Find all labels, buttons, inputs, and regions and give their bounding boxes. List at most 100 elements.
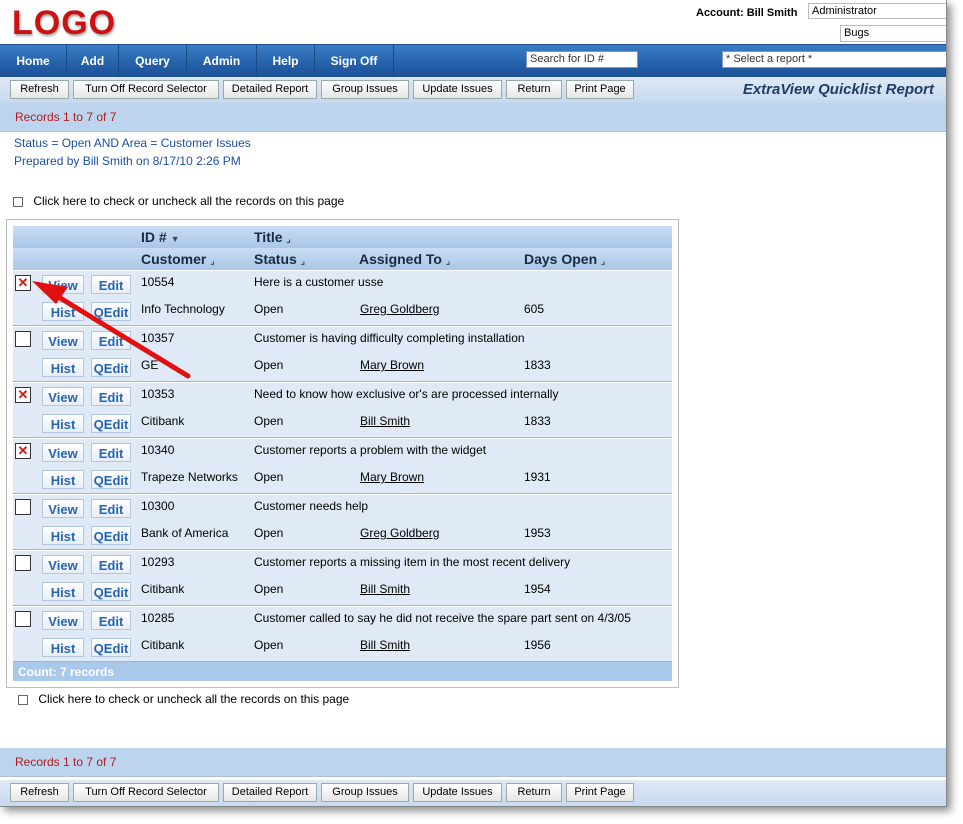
qedit-button[interactable]: QEdit bbox=[91, 526, 131, 545]
view-button[interactable]: View bbox=[42, 499, 84, 518]
nav-sign-off[interactable]: Sign Off bbox=[315, 45, 394, 77]
table-row: View Edit Hist QEdit 10357 Customer is having… bbox=[13, 327, 672, 382]
issue-title: Customer is having difficulty completing… bbox=[254, 331, 525, 345]
assigned-to-link[interactable]: Bill Smith bbox=[360, 414, 410, 428]
group-issues-button[interactable]: Group Issues bbox=[321, 783, 409, 802]
assigned-to-link[interactable]: Greg Goldberg bbox=[360, 526, 439, 540]
days-open: 1953 bbox=[524, 526, 551, 540]
return-button[interactable]: Return bbox=[506, 80, 562, 99]
issue-title: Customer reports a problem with the widg… bbox=[254, 443, 487, 457]
view-button[interactable]: View bbox=[42, 275, 84, 294]
nav-add[interactable]: Add bbox=[67, 45, 119, 77]
records-bar-top: Records 1 to 7 of 7 bbox=[0, 103, 946, 132]
assigned-to-link[interactable]: Mary Brown bbox=[360, 470, 424, 484]
refresh-button[interactable]: Refresh bbox=[10, 783, 69, 802]
hist-button[interactable]: Hist bbox=[42, 414, 84, 433]
table-row: View Edit Hist QEdit 10285 Customer called to… bbox=[13, 607, 672, 662]
table-row: View Edit Hist QEdit 10300 Customer needs hel… bbox=[13, 495, 672, 550]
row-checkbox[interactable] bbox=[15, 499, 31, 515]
header-customer[interactable]: Customer ⌟ bbox=[141, 251, 214, 267]
search-id-input[interactable]: Search for ID # bbox=[526, 51, 638, 68]
table-header-row-1: ID # ▼ Title ⌟ bbox=[13, 226, 672, 248]
check-all-top[interactable]: Click here to check or uncheck all the r… bbox=[13, 194, 344, 208]
qedit-button[interactable]: QEdit bbox=[91, 358, 131, 377]
status: Open bbox=[254, 638, 284, 652]
check-all-checkbox[interactable] bbox=[18, 694, 28, 705]
header-assigned-to[interactable]: Assigned To ⌟ bbox=[359, 251, 450, 267]
turn-off-record-selector-button[interactable]: Turn Off Record Selector bbox=[73, 783, 219, 802]
update-issues-button[interactable]: Update Issues bbox=[413, 783, 502, 802]
view-button[interactable]: View bbox=[42, 555, 84, 574]
print-page-button[interactable]: Print Page bbox=[566, 783, 634, 802]
edit-button[interactable]: Edit bbox=[91, 275, 131, 294]
nav-help[interactable]: Help bbox=[257, 45, 315, 77]
days-open: 605 bbox=[524, 302, 545, 316]
qedit-button[interactable]: QEdit bbox=[91, 638, 131, 657]
hist-button[interactable]: Hist bbox=[42, 526, 84, 545]
header-status[interactable]: Status ⌟ bbox=[254, 251, 305, 267]
sort-handle-icon: ⌟ bbox=[300, 256, 305, 266]
row-checkbox[interactable] bbox=[15, 555, 31, 571]
header-title[interactable]: Title ⌟ bbox=[254, 229, 291, 245]
view-button[interactable]: View bbox=[42, 611, 84, 630]
issue-title: Customer reports a missing item in the m… bbox=[254, 555, 571, 569]
edit-button[interactable]: Edit bbox=[91, 387, 131, 406]
header-id[interactable]: ID # ▼ bbox=[141, 229, 180, 245]
hist-button[interactable]: Hist bbox=[42, 358, 84, 377]
status: Open bbox=[254, 470, 284, 484]
records-bar-bottom: Records 1 to 7 of 7 bbox=[0, 748, 946, 777]
account-label: Account: Bill Smith bbox=[696, 7, 798, 19]
group-issues-button[interactable]: Group Issues bbox=[321, 80, 409, 99]
status: Open bbox=[254, 526, 284, 540]
header-days-open[interactable]: Days Open ⌟ bbox=[524, 251, 605, 267]
row-checkbox[interactable]: ✕ bbox=[15, 275, 31, 291]
status: Open bbox=[254, 582, 284, 596]
check-all-bottom[interactable]: Click here to check or uncheck all the r… bbox=[18, 692, 349, 706]
detailed-report-button[interactable]: Detailed Report bbox=[223, 783, 317, 802]
view-button[interactable]: View bbox=[42, 387, 84, 406]
hist-button[interactable]: Hist bbox=[42, 638, 84, 657]
hist-button[interactable]: Hist bbox=[42, 582, 84, 601]
app-window: LOGO Account: Bill Smith Administrator B… bbox=[0, 0, 947, 807]
qedit-button[interactable]: QEdit bbox=[91, 302, 131, 321]
nav-admin[interactable]: Admin bbox=[187, 45, 257, 77]
bottom-toolbar: Refresh Turn Off Record Selector Detaile… bbox=[0, 780, 946, 806]
assigned-to-link[interactable]: Mary Brown bbox=[360, 358, 424, 372]
update-issues-button[interactable]: Update Issues bbox=[413, 80, 502, 99]
days-open: 1833 bbox=[524, 414, 551, 428]
check-all-label: Click here to check or uncheck all the r… bbox=[33, 194, 345, 208]
row-checkbox[interactable] bbox=[15, 331, 31, 347]
assigned-to-link[interactable]: Bill Smith bbox=[360, 638, 410, 652]
refresh-button[interactable]: Refresh bbox=[10, 80, 69, 99]
check-all-checkbox[interactable] bbox=[13, 196, 23, 207]
row-checkbox[interactable]: ✕ bbox=[15, 443, 31, 459]
detailed-report-button[interactable]: Detailed Report bbox=[223, 80, 317, 99]
days-open: 1833 bbox=[524, 358, 551, 372]
qedit-button[interactable]: QEdit bbox=[91, 414, 131, 433]
turn-off-record-selector-button[interactable]: Turn Off Record Selector bbox=[73, 80, 219, 99]
return-button[interactable]: Return bbox=[506, 783, 562, 802]
hist-button[interactable]: Hist bbox=[42, 470, 84, 489]
logo: LOGO bbox=[12, 4, 117, 42]
print-page-button[interactable]: Print Page bbox=[566, 80, 634, 99]
role-select[interactable]: Administrator bbox=[808, 3, 946, 19]
nav-home[interactable]: Home bbox=[0, 45, 67, 77]
edit-button[interactable]: Edit bbox=[91, 555, 131, 574]
edit-button[interactable]: Edit bbox=[91, 611, 131, 630]
row-checkbox[interactable] bbox=[15, 611, 31, 627]
report-select[interactable]: * Select a report * bbox=[722, 51, 946, 68]
view-button[interactable]: View bbox=[42, 443, 84, 462]
edit-button[interactable]: Edit bbox=[91, 499, 131, 518]
project-select[interactable]: Bugs bbox=[840, 25, 946, 42]
nav-query[interactable]: Query bbox=[119, 45, 187, 77]
qedit-button[interactable]: QEdit bbox=[91, 582, 131, 601]
view-button[interactable]: View bbox=[42, 331, 84, 350]
hist-button[interactable]: Hist bbox=[42, 302, 84, 321]
issue-title: Need to know how exclusive or's are proc… bbox=[254, 387, 559, 401]
assigned-to-link[interactable]: Greg Goldberg bbox=[360, 302, 439, 316]
assigned-to-link[interactable]: Bill Smith bbox=[360, 582, 410, 596]
edit-button[interactable]: Edit bbox=[91, 331, 131, 350]
edit-button[interactable]: Edit bbox=[91, 443, 131, 462]
qedit-button[interactable]: QEdit bbox=[91, 470, 131, 489]
row-checkbox[interactable]: ✕ bbox=[15, 387, 31, 403]
